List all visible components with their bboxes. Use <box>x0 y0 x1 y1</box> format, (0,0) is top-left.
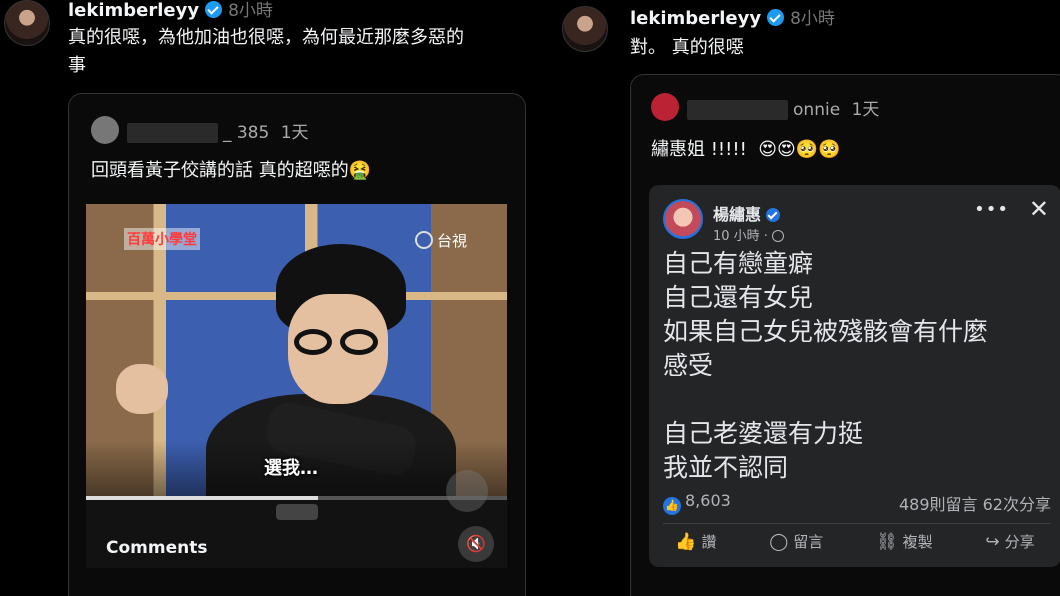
globe-icon <box>771 230 784 242</box>
user-avatar[interactable] <box>4 0 50 46</box>
more-options-icon[interactable]: ••• <box>974 199 1009 220</box>
play-overlay-button[interactable] <box>446 470 488 512</box>
mute-icon[interactable]: 🔇 <box>458 526 494 562</box>
quoted-post-header: xxxxxxxxxx onnie 1天 <box>687 95 879 120</box>
fb-copy-label: 複製 <box>902 533 933 551</box>
post-header: lekimberleyy 8小時 <box>68 0 273 21</box>
channel-name: 台視 <box>436 232 467 250</box>
fb-body-line: 自己老婆還有力挺 <box>663 419 864 448</box>
quoted-user-avatar[interactable] <box>651 93 679 121</box>
username[interactable]: lekimberleyy <box>68 0 199 21</box>
facebook-post-screenshot: 楊繡惠 10 小時 · ••• ✕ 自己有戀童癖 自己還有女兒 如果自己女兒被殘… <box>649 185 1060 567</box>
right-post: lekimberleyy 8小時 對。 真的很噁 xxxxxxxxxx onnie… <box>552 0 1060 596</box>
post-time: 8小時 <box>228 1 273 21</box>
fb-copy-button[interactable]: ⛓ 複製 <box>876 531 933 561</box>
show-logo: 百萬小學堂 <box>124 228 200 250</box>
quoted-post-time: 1天 <box>851 100 880 120</box>
person-glasses <box>276 329 396 355</box>
fb-share-label: 分享 <box>1004 533 1035 551</box>
close-icon[interactable]: ✕ <box>1029 195 1049 223</box>
fb-share-button[interactable]: ↪ 分享 <box>985 531 1034 561</box>
share-icon: ↪ <box>985 532 1000 552</box>
fb-comments-shares[interactable]: 489則留言 62次分享 <box>899 491 1051 515</box>
post-text: 對。 真的很噁 <box>630 37 744 58</box>
post-text: 真的很噁，為他加油也很噁，為何最近那麼多惡的 事 <box>68 24 538 80</box>
post-text-line: 事 <box>68 55 86 76</box>
quoted-post-time: 1天 <box>280 123 309 143</box>
quoted-post-header: xxxxxxxxx _ 385 1天 <box>127 118 309 143</box>
quoted-username-blurred[interactable]: xxxxxxxxxx <box>687 100 788 120</box>
user-avatar[interactable] <box>562 6 608 52</box>
comments-label[interactable]: Comments <box>106 538 207 558</box>
username[interactable]: lekimberleyy <box>630 8 761 29</box>
divider <box>663 523 1051 524</box>
fb-comment-label: 留言 <box>793 533 824 551</box>
fb-like-button[interactable]: 👍 讚 <box>675 531 716 561</box>
fb-name-text[interactable]: 楊繡惠 <box>713 205 761 224</box>
video-player[interactable]: 百萬小學堂 台視 選我… <box>86 204 507 500</box>
like-reaction-icon: 👍 <box>663 497 681 515</box>
video-controls: Comments 🔇 <box>86 470 507 568</box>
fb-avatar[interactable] <box>663 199 703 239</box>
fb-like-label: 讚 <box>701 533 717 551</box>
fb-name[interactable]: 楊繡惠 <box>713 201 781 225</box>
fb-action-bar: 👍 讚 ◯ 留言 ⛓ 複製 ↪ 分享 <box>649 531 1060 561</box>
quoted-username-blurred[interactable]: xxxxxxxxx <box>127 123 218 143</box>
left-post: lekimberleyy 8小時 真的很噁，為他加油也很噁，為何最近那麼多惡的 事… <box>0 0 545 596</box>
comment-icon: ◯ <box>769 532 789 552</box>
fb-verified-icon <box>766 208 781 222</box>
channel-logo-icon <box>414 231 433 249</box>
quoted-user-avatar[interactable] <box>91 116 119 144</box>
quoted-post-card[interactable]: xxxxxxxxxx onnie 1天 繡惠姐 !!!!! 😍😍🥺🥺 楊繡惠 1… <box>630 74 1060 596</box>
post-text-line: 真的很噁，為他加油也很噁，為何最近那麼多惡的 <box>68 27 464 48</box>
post-header: lekimberleyy 8小時 <box>630 4 835 29</box>
quoted-post-text: 回頭看黃子佼講的話 真的超噁的🤮 <box>91 160 372 181</box>
fb-like-count[interactable]: 8,603 <box>685 491 731 510</box>
fb-body-line: 感受 <box>663 351 714 380</box>
quoted-post-card[interactable]: xxxxxxxxx _ 385 1天 回頭看黃子佼講的話 真的超噁的🤮 百萬小學… <box>68 93 526 596</box>
fb-body-line: 如果自己女兒被殘骸會有什麼 <box>663 317 989 346</box>
fb-comment-button[interactable]: ◯ 留言 <box>769 531 823 561</box>
person-fist <box>116 364 168 414</box>
scrub-handle[interactable] <box>276 504 318 520</box>
video-subtitle: 選我… <box>264 458 318 479</box>
thumbs-up-icon: 👍 <box>675 532 697 552</box>
fb-body-line: 自己有戀童癖 <box>663 249 814 278</box>
fb-time-text: 10 小時 · <box>713 229 768 244</box>
fb-stats: 👍 8,603 489則留言 62次分享 <box>663 491 1051 515</box>
fb-body-line <box>663 383 1053 417</box>
fb-time: 10 小時 · <box>713 225 784 244</box>
fb-body-line: 自己還有女兒 <box>663 283 814 312</box>
quoted-username[interactable]: _ 385 <box>223 123 269 143</box>
quoted-post-text: 繡惠姐 !!!!! 😍😍🥺🥺 <box>651 139 841 160</box>
verified-badge-icon <box>767 9 785 26</box>
channel-logo: 台視 <box>414 230 467 251</box>
verified-badge-icon <box>205 1 223 18</box>
quoted-username[interactable]: onnie <box>793 100 840 120</box>
fb-body-line: 我並不認同 <box>663 453 789 482</box>
link-icon: ⛓ <box>876 532 898 552</box>
fb-body: 自己有戀童癖 自己還有女兒 如果自己女兒被殘骸會有什麼 感受 自己老婆還有力挺 … <box>663 247 1053 485</box>
post-time: 8小時 <box>790 9 835 29</box>
